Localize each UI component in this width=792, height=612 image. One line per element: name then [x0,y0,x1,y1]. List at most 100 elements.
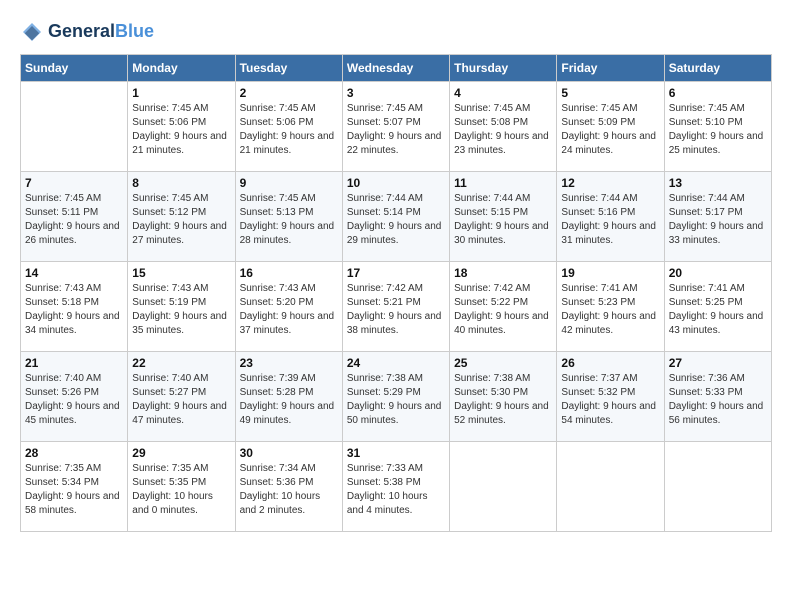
day-info: Sunrise: 7:43 AMSunset: 5:18 PMDaylight:… [25,282,123,338]
day-number: 9 [240,176,338,190]
calendar-cell: 19 Sunrise: 7:41 AMSunset: 5:23 PMDaylig… [557,262,664,352]
calendar-cell: 4 Sunrise: 7:45 AMSunset: 5:08 PMDayligh… [450,82,557,172]
day-info: Sunrise: 7:40 AMSunset: 5:26 PMDaylight:… [25,372,123,428]
day-info: Sunrise: 7:45 AMSunset: 5:06 PMDaylight:… [240,102,338,158]
calendar-header-row: SundayMondayTuesdayWednesdayThursdayFrid… [21,55,772,82]
day-number: 12 [561,176,659,190]
calendar-cell: 6 Sunrise: 7:45 AMSunset: 5:10 PMDayligh… [664,82,771,172]
day-number: 17 [347,266,445,280]
day-info: Sunrise: 7:34 AMSunset: 5:36 PMDaylight:… [240,462,338,518]
day-number: 24 [347,356,445,370]
day-number: 7 [25,176,123,190]
day-number: 29 [132,446,230,460]
day-number: 21 [25,356,123,370]
day-number: 13 [669,176,767,190]
day-number: 1 [132,86,230,100]
calendar-cell: 9 Sunrise: 7:45 AMSunset: 5:13 PMDayligh… [235,172,342,262]
day-number: 10 [347,176,445,190]
day-number: 11 [454,176,552,190]
column-header-saturday: Saturday [664,55,771,82]
calendar-cell: 16 Sunrise: 7:43 AMSunset: 5:20 PMDaylig… [235,262,342,352]
day-info: Sunrise: 7:45 AMSunset: 5:06 PMDaylight:… [132,102,230,158]
day-info: Sunrise: 7:44 AMSunset: 5:17 PMDaylight:… [669,192,767,248]
calendar-cell: 31 Sunrise: 7:33 AMSunset: 5:38 PMDaylig… [342,442,449,532]
day-info: Sunrise: 7:38 AMSunset: 5:30 PMDaylight:… [454,372,552,428]
calendar-cell: 27 Sunrise: 7:36 AMSunset: 5:33 PMDaylig… [664,352,771,442]
day-info: Sunrise: 7:42 AMSunset: 5:21 PMDaylight:… [347,282,445,338]
day-number: 19 [561,266,659,280]
day-info: Sunrise: 7:44 AMSunset: 5:16 PMDaylight:… [561,192,659,248]
calendar-cell [21,82,128,172]
calendar-cell: 8 Sunrise: 7:45 AMSunset: 5:12 PMDayligh… [128,172,235,262]
day-info: Sunrise: 7:45 AMSunset: 5:10 PMDaylight:… [669,102,767,158]
day-number: 27 [669,356,767,370]
calendar-cell: 1 Sunrise: 7:45 AMSunset: 5:06 PMDayligh… [128,82,235,172]
day-number: 4 [454,86,552,100]
calendar-cell [557,442,664,532]
day-number: 18 [454,266,552,280]
day-info: Sunrise: 7:44 AMSunset: 5:14 PMDaylight:… [347,192,445,248]
calendar-week-row: 14 Sunrise: 7:43 AMSunset: 5:18 PMDaylig… [21,262,772,352]
day-info: Sunrise: 7:41 AMSunset: 5:25 PMDaylight:… [669,282,767,338]
day-info: Sunrise: 7:40 AMSunset: 5:27 PMDaylight:… [132,372,230,428]
column-header-sunday: Sunday [21,55,128,82]
day-number: 25 [454,356,552,370]
calendar-cell: 13 Sunrise: 7:44 AMSunset: 5:17 PMDaylig… [664,172,771,262]
day-number: 3 [347,86,445,100]
calendar-cell: 30 Sunrise: 7:34 AMSunset: 5:36 PMDaylig… [235,442,342,532]
calendar-cell: 18 Sunrise: 7:42 AMSunset: 5:22 PMDaylig… [450,262,557,352]
day-info: Sunrise: 7:35 AMSunset: 5:34 PMDaylight:… [25,462,123,518]
column-header-monday: Monday [128,55,235,82]
day-info: Sunrise: 7:45 AMSunset: 5:13 PMDaylight:… [240,192,338,248]
day-number: 14 [25,266,123,280]
calendar-table: SundayMondayTuesdayWednesdayThursdayFrid… [20,54,772,532]
calendar-cell: 20 Sunrise: 7:41 AMSunset: 5:25 PMDaylig… [664,262,771,352]
calendar-cell: 14 Sunrise: 7:43 AMSunset: 5:18 PMDaylig… [21,262,128,352]
calendar-cell: 5 Sunrise: 7:45 AMSunset: 5:09 PMDayligh… [557,82,664,172]
calendar-cell: 7 Sunrise: 7:45 AMSunset: 5:11 PMDayligh… [21,172,128,262]
calendar-cell: 15 Sunrise: 7:43 AMSunset: 5:19 PMDaylig… [128,262,235,352]
calendar-cell: 11 Sunrise: 7:44 AMSunset: 5:15 PMDaylig… [450,172,557,262]
calendar-cell: 23 Sunrise: 7:39 AMSunset: 5:28 PMDaylig… [235,352,342,442]
day-number: 16 [240,266,338,280]
day-number: 20 [669,266,767,280]
day-number: 26 [561,356,659,370]
day-info: Sunrise: 7:44 AMSunset: 5:15 PMDaylight:… [454,192,552,248]
column-header-wednesday: Wednesday [342,55,449,82]
day-number: 8 [132,176,230,190]
day-info: Sunrise: 7:39 AMSunset: 5:28 PMDaylight:… [240,372,338,428]
day-info: Sunrise: 7:45 AMSunset: 5:09 PMDaylight:… [561,102,659,158]
calendar-cell: 22 Sunrise: 7:40 AMSunset: 5:27 PMDaylig… [128,352,235,442]
calendar-cell: 25 Sunrise: 7:38 AMSunset: 5:30 PMDaylig… [450,352,557,442]
day-number: 31 [347,446,445,460]
day-info: Sunrise: 7:43 AMSunset: 5:19 PMDaylight:… [132,282,230,338]
day-number: 2 [240,86,338,100]
day-number: 15 [132,266,230,280]
calendar-cell: 17 Sunrise: 7:42 AMSunset: 5:21 PMDaylig… [342,262,449,352]
calendar-cell: 10 Sunrise: 7:44 AMSunset: 5:14 PMDaylig… [342,172,449,262]
day-info: Sunrise: 7:33 AMSunset: 5:38 PMDaylight:… [347,462,445,518]
day-number: 6 [669,86,767,100]
day-number: 22 [132,356,230,370]
calendar-cell: 24 Sunrise: 7:38 AMSunset: 5:29 PMDaylig… [342,352,449,442]
calendar-cell: 28 Sunrise: 7:35 AMSunset: 5:34 PMDaylig… [21,442,128,532]
day-info: Sunrise: 7:35 AMSunset: 5:35 PMDaylight:… [132,462,230,518]
calendar-cell: 26 Sunrise: 7:37 AMSunset: 5:32 PMDaylig… [557,352,664,442]
calendar-cell [450,442,557,532]
logo-text: GeneralBlue [48,22,154,42]
day-info: Sunrise: 7:43 AMSunset: 5:20 PMDaylight:… [240,282,338,338]
calendar-cell: 2 Sunrise: 7:45 AMSunset: 5:06 PMDayligh… [235,82,342,172]
day-info: Sunrise: 7:45 AMSunset: 5:12 PMDaylight:… [132,192,230,248]
day-info: Sunrise: 7:45 AMSunset: 5:07 PMDaylight:… [347,102,445,158]
day-info: Sunrise: 7:38 AMSunset: 5:29 PMDaylight:… [347,372,445,428]
logo-icon [20,20,44,44]
calendar-cell: 29 Sunrise: 7:35 AMSunset: 5:35 PMDaylig… [128,442,235,532]
calendar-cell: 21 Sunrise: 7:40 AMSunset: 5:26 PMDaylig… [21,352,128,442]
day-info: Sunrise: 7:45 AMSunset: 5:11 PMDaylight:… [25,192,123,248]
column-header-friday: Friday [557,55,664,82]
calendar-cell: 12 Sunrise: 7:44 AMSunset: 5:16 PMDaylig… [557,172,664,262]
day-info: Sunrise: 7:36 AMSunset: 5:33 PMDaylight:… [669,372,767,428]
day-number: 5 [561,86,659,100]
column-header-tuesday: Tuesday [235,55,342,82]
column-header-thursday: Thursday [450,55,557,82]
